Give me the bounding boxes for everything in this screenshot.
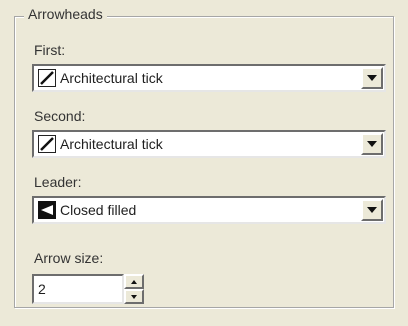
- leader-label: Leader:: [34, 174, 82, 190]
- second-dropdown-button[interactable]: [361, 133, 383, 155]
- chevron-down-icon: [367, 207, 377, 213]
- leader-dropdown-button[interactable]: [361, 199, 383, 221]
- first-arrowhead-select[interactable]: Architectural tick: [32, 64, 386, 92]
- first-label: First:: [34, 42, 66, 58]
- arrow-size-label: Arrow size:: [34, 250, 104, 266]
- increment-button[interactable]: [124, 274, 144, 289]
- second-arrowhead-value: Architectural tick: [60, 136, 163, 152]
- first-arrowhead-value: Architectural tick: [60, 70, 163, 86]
- first-dropdown-button[interactable]: [361, 67, 383, 89]
- architectural-tick-icon: [38, 69, 56, 87]
- chevron-down-icon: [367, 141, 377, 147]
- chevron-down-icon: [131, 294, 137, 299]
- chevron-down-icon: [367, 75, 377, 81]
- arrow-size-stepper: [124, 274, 144, 304]
- second-arrowhead-select[interactable]: Architectural tick: [32, 130, 386, 158]
- arrowheads-title: Arrowheads: [24, 6, 107, 22]
- second-label: Second:: [34, 108, 86, 124]
- arrow-size-input[interactable]: 2: [32, 274, 124, 304]
- leader-arrowhead-value: Closed filled: [60, 202, 137, 218]
- leader-arrowhead-select[interactable]: Closed filled: [32, 196, 386, 224]
- closed-filled-icon: [38, 201, 56, 219]
- chevron-up-icon: [131, 279, 137, 284]
- architectural-tick-icon: [38, 135, 56, 153]
- decrement-button[interactable]: [124, 289, 144, 304]
